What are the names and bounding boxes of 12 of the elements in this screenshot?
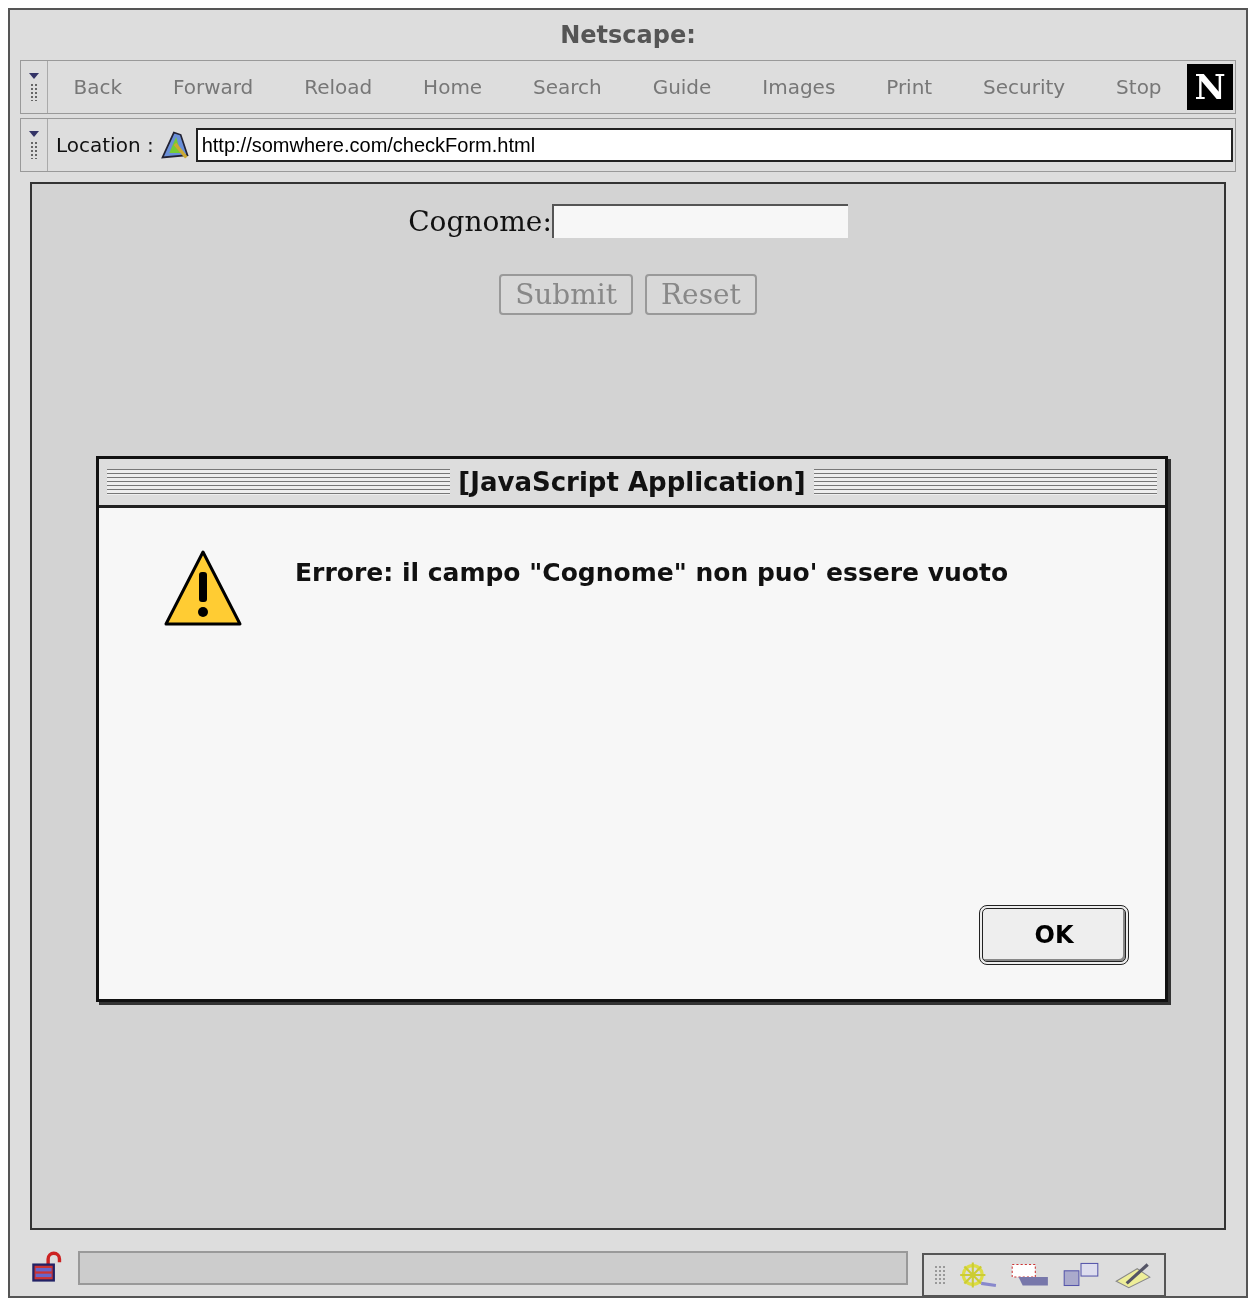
field-label: Cognome: xyxy=(408,204,552,238)
warning-icon xyxy=(163,548,243,628)
ok-button[interactable]: OK xyxy=(979,905,1129,965)
location-label: Location : xyxy=(56,133,154,157)
input-field[interactable] xyxy=(551,204,848,238)
dialog-title: [JavaScript Application] xyxy=(458,467,806,497)
drag-handle[interactable] xyxy=(934,1265,946,1285)
logo: N xyxy=(1187,64,1233,110)
url-field[interactable]: http://somwhere.com/checkForm.html xyxy=(195,128,1233,162)
unlocked-padlock-icon[interactable] xyxy=(30,1251,64,1285)
error-message: Errore: il campo "Cognome" non puo' essere vuoto xyxy=(295,558,1009,587)
window-title: Netscape: xyxy=(560,21,696,49)
